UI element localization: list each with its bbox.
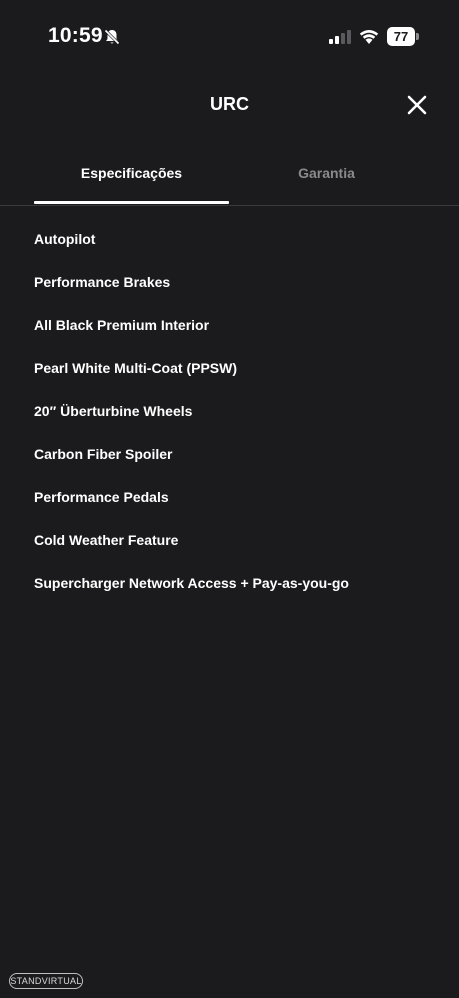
bell-slash-icon (104, 29, 120, 45)
list-item: Cold Weather Feature (34, 532, 179, 548)
feature-list: Autopilot Performance Brakes All Black P… (34, 229, 434, 616)
tab-label: Especificações (80, 165, 183, 181)
tab-bar: Especificações Garantia (0, 158, 459, 206)
page: 10:59 77 URC Especificações Garantia Aut… (0, 0, 459, 998)
list-item: Autopilot (34, 231, 96, 247)
list-item: Performance Pedals (34, 489, 169, 505)
list-item: Carbon Fiber Spoiler (34, 446, 173, 462)
tab-especificacoes[interactable]: Especificações (34, 158, 229, 205)
list-item: Supercharger Network Access + Pay-as-you… (34, 575, 349, 591)
wifi-icon (359, 30, 379, 44)
close-icon[interactable] (405, 93, 429, 117)
active-tab-indicator (34, 201, 229, 204)
status-bar: 10:59 77 (0, 0, 459, 74)
battery-level: 77 (387, 27, 415, 46)
watermark-logo: STANDVIRTUAL (9, 973, 83, 989)
list-item: All Black Premium Interior (34, 317, 210, 333)
status-time: 10:59 (48, 24, 103, 47)
list-item: Pearl White Multi-Coat (PPSW) (34, 360, 237, 376)
battery-tip (416, 33, 419, 40)
tab-label: Garantia (298, 165, 355, 181)
tab-garantia[interactable]: Garantia (229, 158, 424, 205)
page-title: URC (210, 94, 249, 114)
list-item: Performance Brakes (34, 274, 171, 290)
cellular-signal-icon (329, 30, 351, 44)
list-item: 20′′ Überturbine Wheels (34, 403, 193, 419)
battery-icon: 77 (387, 27, 419, 46)
